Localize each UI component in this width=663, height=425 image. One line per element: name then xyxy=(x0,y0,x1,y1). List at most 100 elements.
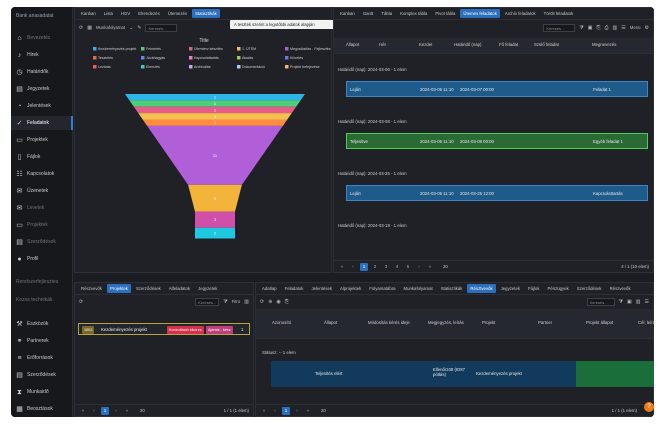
sidebar-item[interactable]: ♪ Hirek xyxy=(11,48,73,62)
list-icon[interactable]: ☰ xyxy=(645,299,649,305)
sidebar-item[interactable]: ✉ Üzenetek xyxy=(11,184,73,198)
tab[interactable]: Alprojektek xyxy=(337,284,364,293)
tab[interactable]: Gantt xyxy=(360,9,377,18)
next-page-button[interactable]: › xyxy=(415,263,423,271)
page-size-select[interactable]: 20 xyxy=(140,408,145,413)
copy-icon[interactable]: ⎘ xyxy=(597,25,601,31)
last-page-button[interactable]: » xyxy=(123,407,131,415)
page-size-select[interactable]: 20 xyxy=(321,408,326,413)
add-icon[interactable]: ⊕ xyxy=(268,299,272,305)
help-icon[interactable]: ? xyxy=(644,402,654,412)
tab[interactable]: Elrendezés xyxy=(135,9,163,18)
sidebar-item[interactable]: ◔ Jelentések xyxy=(11,99,73,113)
tab[interactable]: Pénzügyek xyxy=(544,284,571,293)
page-button[interactable]: 2 xyxy=(371,263,379,271)
next-page-button[interactable]: › xyxy=(293,407,301,415)
tab[interactable]: Tábla xyxy=(378,9,395,18)
column-header[interactable]: Módosítás kérés ideje xyxy=(368,320,414,325)
column-header[interactable]: Azonosító xyxy=(272,320,318,325)
task-row[interactable]: Teljesítve 2024-03-05 11:10 2024-03-08 00:… xyxy=(346,133,648,149)
tab[interactable]: Kanban xyxy=(337,9,358,18)
tab[interactable]: Részvevők xyxy=(78,284,105,293)
group-row[interactable]: Státusz: -- 1 elem xyxy=(262,350,296,355)
tab[interactable]: Jegyzetek xyxy=(498,284,523,293)
tab[interactable]: Ütemezés xyxy=(165,9,190,18)
sidebar-item[interactable]: ☷ Kapcsolatok xyxy=(11,167,73,181)
tab[interactable]: Lista xyxy=(101,9,116,18)
filter-icon[interactable]: ⧩ xyxy=(579,25,583,31)
chart-search-input[interactable]: Keresés... xyxy=(145,23,178,32)
legend-label[interactable]: Ütemterv készítés xyxy=(194,47,223,51)
legend-label[interactable]: 1. ÜTEM xyxy=(242,47,256,51)
tab[interactable]: Részvevők xyxy=(607,284,634,293)
filter-icon[interactable]: ⧩ xyxy=(223,299,227,305)
task-search-input[interactable]: Keresés... xyxy=(543,23,576,32)
legend-label[interactable]: Kezdeményezés projekt xyxy=(98,47,136,51)
chevron-down-icon[interactable]: ⌄ xyxy=(129,25,133,31)
tab[interactable]: Résztvevők xyxy=(467,284,496,293)
grid-icon[interactable]: ▦ xyxy=(87,25,92,31)
page-size-select[interactable]: 20 xyxy=(443,264,448,269)
legend-label[interactable]: Projekt befejezése xyxy=(290,65,320,69)
sidebar-item[interactable]: ▤ Jegyzetek xyxy=(11,82,73,96)
tab[interactable]: Kanban xyxy=(78,9,99,18)
column-header[interactable]: Partner xyxy=(538,320,584,325)
print-icon[interactable]: ⎙ xyxy=(605,25,609,31)
last-page-button[interactable]: » xyxy=(426,263,434,271)
group-row[interactable]: Határidő (nap): 2024-03-08 - 1 elem xyxy=(338,119,407,124)
tab[interactable]: Szerződések xyxy=(133,284,164,293)
task-row[interactable]: Lejárt 2024-03-05 11:10 2024-03-25 12:00 Ka… xyxy=(346,185,648,201)
tab[interactable]: Folyamatábra xyxy=(366,284,398,293)
column-header[interactable]: Projekt állapot xyxy=(586,320,632,325)
page-button[interactable]: 1 xyxy=(360,262,368,271)
group-row[interactable]: Határidő (nap): 2024-03-25 - 1 elem xyxy=(338,171,407,176)
settings-icon[interactable]: ⚙ xyxy=(645,25,649,31)
first-page-button[interactable]: « xyxy=(260,407,268,415)
legend-label[interactable]: Megvalósítás - Fejlesztés xyxy=(290,47,331,51)
tab[interactable]: Projektek xyxy=(107,284,131,293)
filter-icon[interactable]: ⧩ xyxy=(619,299,623,305)
prev-page-button[interactable]: ‹ xyxy=(271,407,279,415)
detail-row[interactable]: Teljesítés elért Ellenőrzött (ID87 pótlá… xyxy=(271,361,654,387)
columns-icon[interactable]: ▥ xyxy=(636,299,641,305)
copy-icon[interactable]: ⎘ xyxy=(285,299,289,305)
first-page-button[interactable]: « xyxy=(338,263,346,271)
sidebar-item[interactable]: ● Profil xyxy=(11,252,73,266)
sidebar-item[interactable]: ▭ Projektek xyxy=(11,133,73,147)
save-icon[interactable]: ▣ xyxy=(627,299,632,305)
column-header[interactable]: Cél, leírás xyxy=(638,320,654,325)
view-icon[interactable]: ◉ xyxy=(276,299,280,305)
legend-label[interactable]: Átadás xyxy=(242,56,253,60)
column-header[interactable]: Kezdet xyxy=(419,42,432,47)
column-header[interactable]: Megnevezés xyxy=(592,42,616,47)
column-header[interactable]: Állapot xyxy=(346,42,359,47)
sidebar-item[interactable]: ✓ Feladatok xyxy=(11,116,73,130)
legend-label[interactable]: Dokumentáció xyxy=(242,65,265,69)
sidebar-item[interactable]: ◷ Határidők xyxy=(11,65,73,79)
tab[interactable]: Törölt feladatok xyxy=(541,9,577,18)
filter-select[interactable]: Fitro xyxy=(232,299,241,304)
sidebar-item[interactable]: ▤ Szerződések xyxy=(11,368,73,382)
column-header[interactable]: Állapot xyxy=(324,320,370,325)
sidebar-item[interactable]: ⚭ Partnerek xyxy=(11,334,73,348)
tab[interactable]: Ütemes feladatok xyxy=(460,9,500,18)
page-button[interactable]: 4 xyxy=(393,263,401,271)
tab[interactable]: Adatlap xyxy=(259,284,280,293)
refresh-icon[interactable]: ⟳ xyxy=(260,299,264,305)
page-button[interactable]: 3 xyxy=(382,263,390,271)
group-row[interactable]: Határidő (nap): 2024-03-06 - 1 elem xyxy=(338,67,407,72)
project-row[interactable]: 1001 Kezdeményezés projekt Konzultáció s… xyxy=(78,323,250,335)
sidebar-item[interactable]: ⧗ Munkaidő xyxy=(11,385,73,399)
legend-label[interactable]: Felmérés xyxy=(146,47,161,51)
refresh-icon[interactable]: ⟳ xyxy=(79,299,83,305)
tab[interactable]: Statisztikák xyxy=(192,9,220,18)
legend-label[interactable]: Elemzés xyxy=(146,65,160,69)
page-button[interactable]: 1 xyxy=(101,406,109,415)
prev-page-button[interactable]: ‹ xyxy=(349,263,357,271)
tab[interactable]: Feladatok xyxy=(282,284,307,293)
sidebar-item[interactable]: ⌂ Bevezetés xyxy=(11,31,73,45)
legend-label[interactable]: Jóváhagyás xyxy=(146,56,165,60)
first-page-button[interactable]: « xyxy=(79,407,87,415)
tab[interactable]: Pivot tábla xyxy=(432,9,458,18)
column-header[interactable]: Hét xyxy=(379,42,386,47)
